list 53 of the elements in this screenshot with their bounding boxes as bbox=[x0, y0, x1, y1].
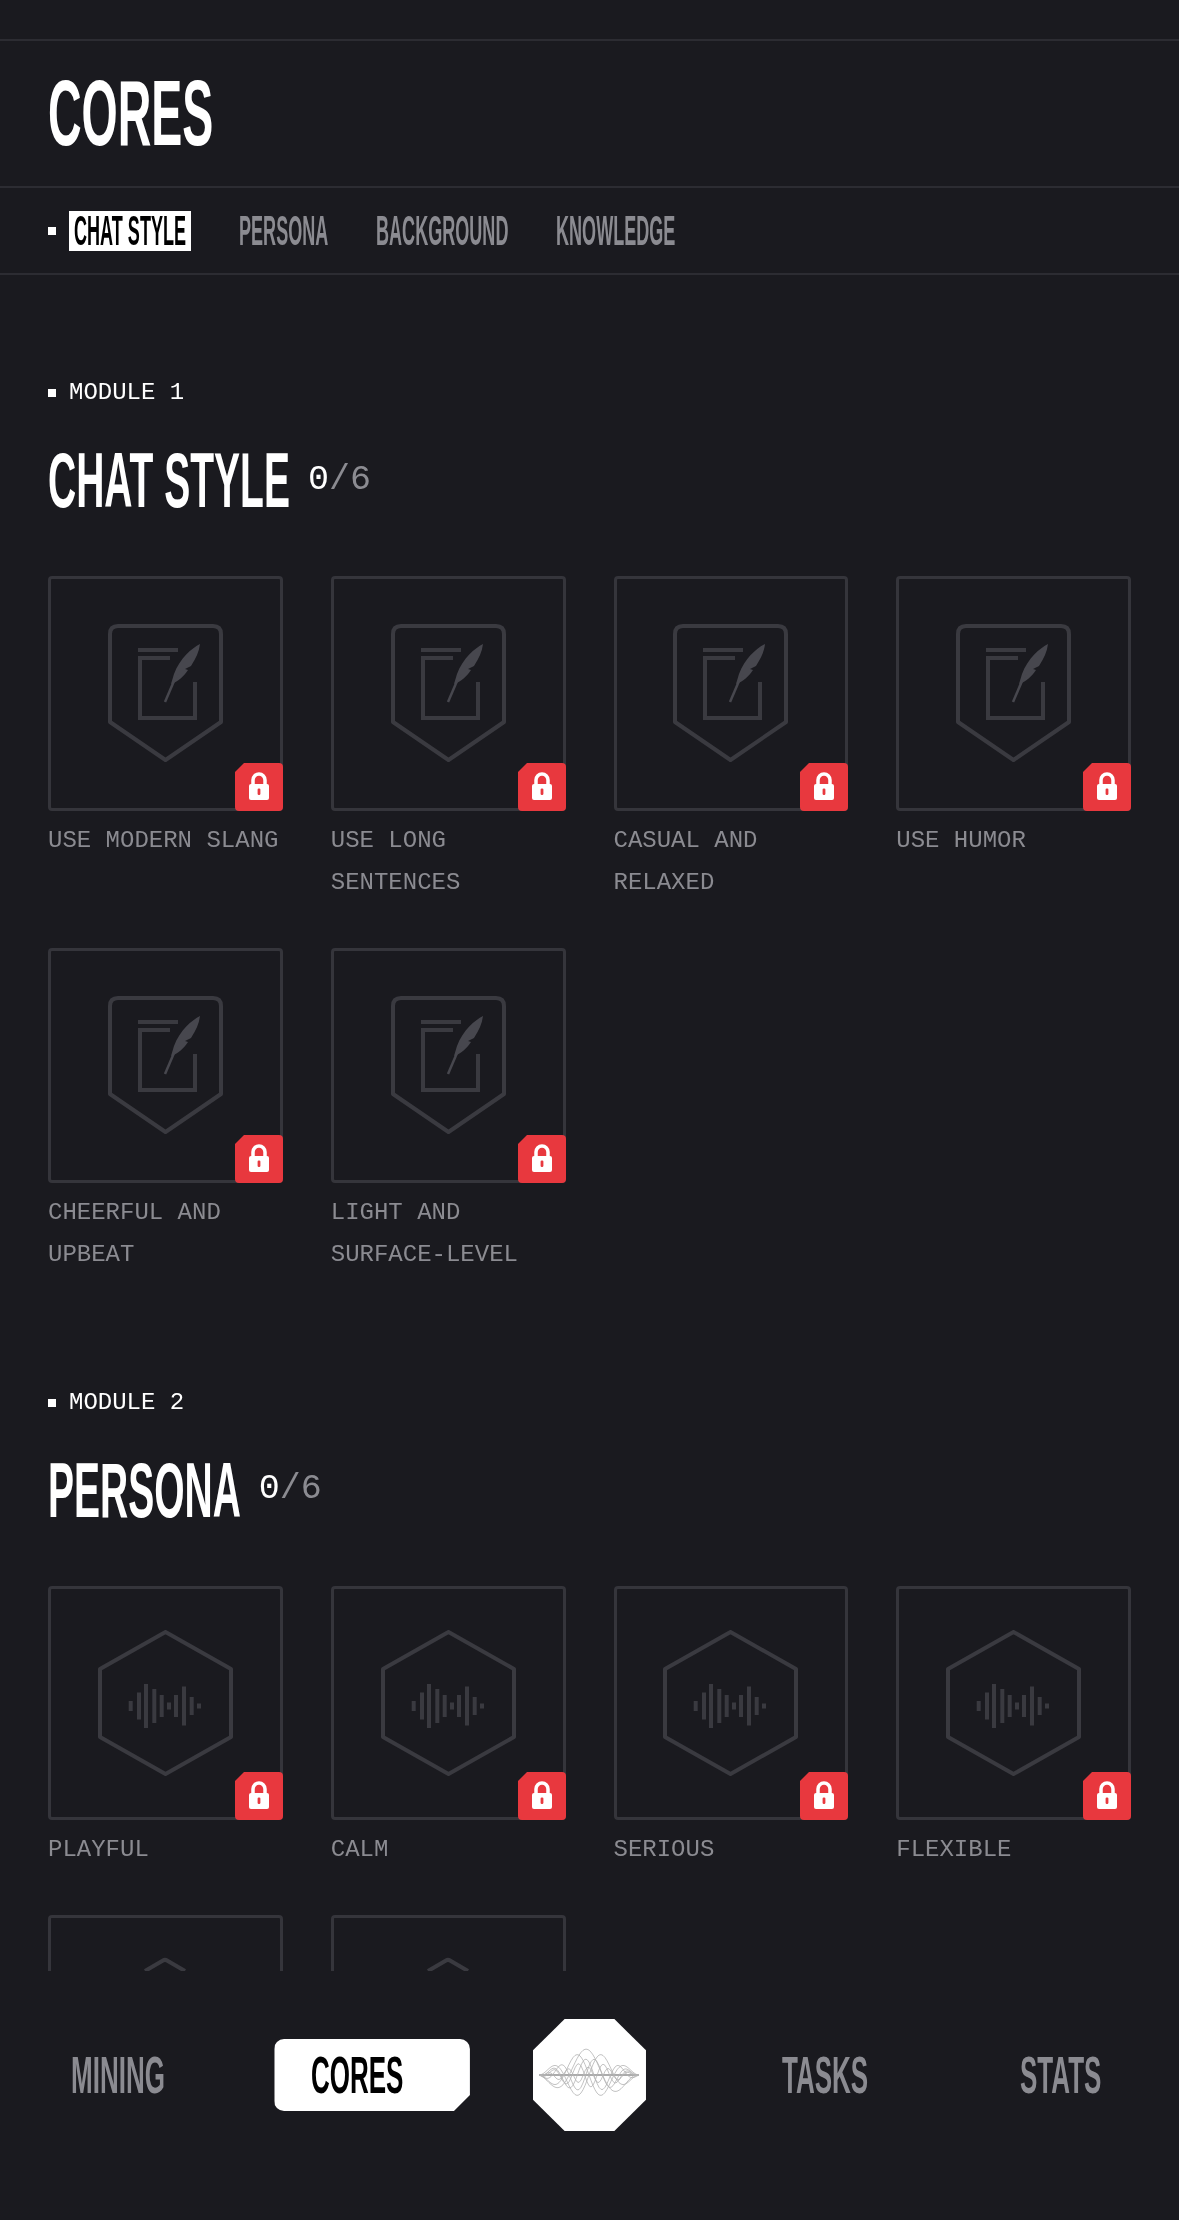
core-label: USE HUMOR bbox=[896, 825, 1027, 856]
completed-count: 0 bbox=[307, 462, 329, 498]
completed-count: 0 bbox=[258, 1472, 280, 1507]
core-card[interactable] bbox=[330, 947, 566, 1183]
shield-feather-icon bbox=[390, 996, 506, 1135]
core-card[interactable] bbox=[613, 1585, 849, 1821]
core-label: PLAYFUL bbox=[48, 1835, 150, 1866]
shield-feather-icon bbox=[107, 624, 223, 763]
total-count: /6 bbox=[279, 1472, 322, 1507]
hexagon-waveform-icon bbox=[946, 1629, 1082, 1776]
page-title: CORES bbox=[48, 67, 214, 160]
module-title: CHAT STYLE bbox=[48, 441, 290, 519]
core-card[interactable] bbox=[896, 1585, 1131, 1821]
core-label: USE LONG SENTENCES bbox=[330, 825, 462, 898]
square-bullet-icon bbox=[48, 1398, 56, 1407]
module-title: PERSONA bbox=[48, 1450, 241, 1529]
tab[interactable]: BACKGROUND bbox=[375, 210, 509, 251]
hexagon-top-icon bbox=[426, 1957, 471, 1972]
shield-feather-icon bbox=[956, 624, 1072, 763]
core-label: CHEERFUL AND UPBEAT bbox=[48, 1197, 222, 1270]
core-label: SERIOUS bbox=[613, 1835, 716, 1866]
core-card[interactable] bbox=[48, 1585, 283, 1821]
center-button[interactable] bbox=[533, 2019, 646, 2131]
core-label: CALM bbox=[330, 1835, 390, 1866]
core-card[interactable] bbox=[613, 576, 849, 811]
nav-tab[interactable]: MINING bbox=[71, 2039, 165, 2111]
core-label: FLEXIBLE bbox=[896, 1835, 1013, 1866]
tab[interactable]: PERSONA bbox=[238, 210, 328, 251]
hexagon-top-icon bbox=[143, 1957, 188, 1972]
core-card[interactable] bbox=[48, 576, 283, 811]
core-card[interactable] bbox=[330, 576, 566, 811]
core-label: LIGHT AND SURFACE-LEVEL bbox=[330, 1197, 519, 1270]
nav-tab[interactable]: TASKS bbox=[782, 2039, 869, 2111]
hexagon-waveform-icon bbox=[380, 1629, 516, 1776]
hexagon-waveform-icon bbox=[97, 1629, 233, 1776]
core-card[interactable] bbox=[896, 576, 1131, 811]
nav-tab[interactable]: CORES bbox=[274, 2039, 470, 2111]
core-label: CASUAL AND RELAXED bbox=[613, 825, 759, 898]
total-count: /6 bbox=[328, 462, 371, 498]
module-label: MODULE 1 bbox=[69, 379, 185, 407]
core-label: USE MODERN SLANG bbox=[48, 825, 280, 856]
tab[interactable]: KNOWLEDGE bbox=[556, 210, 676, 251]
nav-tab[interactable]: STATS bbox=[1020, 2039, 1102, 2111]
square-bullet-icon bbox=[48, 226, 56, 235]
hexagon-waveform-icon bbox=[663, 1629, 799, 1776]
core-card[interactable] bbox=[330, 1585, 566, 1821]
module-label: MODULE 2 bbox=[69, 1388, 185, 1417]
core-card[interactable] bbox=[48, 947, 283, 1183]
square-bullet-icon bbox=[48, 389, 56, 397]
shield-feather-icon bbox=[673, 624, 789, 763]
shield-feather-icon bbox=[107, 996, 223, 1135]
tab[interactable]: CHAT STYLE bbox=[69, 210, 191, 251]
shield-feather-icon bbox=[390, 624, 506, 763]
